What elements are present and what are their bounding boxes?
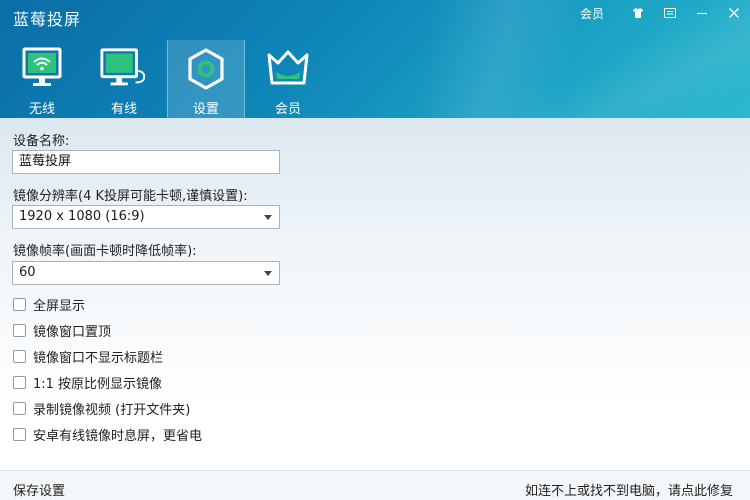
fullscreen-checkbox[interactable]: 全屏显示 [13,296,86,314]
checkbox-label: 1:1 按原比例显示镜像 [33,376,163,392]
tab-wired[interactable]: 有线 [85,40,163,118]
skin-button[interactable] [622,0,654,26]
member-link[interactable]: 会员 [580,5,604,22]
record-video-checkbox[interactable]: 录制镜像视频 (打开文件夹) [13,400,191,418]
repair-link[interactable]: 如连不上或找不到电脑，请点此修复 [525,480,733,499]
checkbox-box[interactable] [13,297,26,311]
settings-hex-icon [188,48,224,90]
cable-monitor-icon [100,48,146,86]
device-name-input[interactable]: 蓝莓投屏 [12,150,280,174]
settings-panel: 设备名称: 蓝莓投屏 镜像分辨率(4 K投屏可能卡顿,谨慎设置): 1920 x… [0,118,750,500]
tab-settings[interactable]: 设置 [167,40,245,118]
tab-member-label: 会员 [274,102,301,117]
resolution-value: 1920 x 1080 (16:9) [19,209,145,224]
original-ratio-checkbox[interactable]: 1:1 按原比例显示镜像 [13,374,163,392]
close-button[interactable] [718,0,750,26]
checkbox-label: 安卓有线镜像时息屏，更省电 [33,428,203,444]
resolution-label: 镜像分辨率(4 K投屏可能卡顿,谨慎设置): [13,189,248,204]
chevron-down-icon [264,271,272,276]
close-icon [729,8,739,18]
screen-off-checkbox[interactable]: 安卓有线镜像时息屏，更省电 [13,426,203,444]
device-name-label: 设备名称: [13,134,70,149]
shirt-icon [633,8,643,18]
minimize-button[interactable] [686,0,718,26]
menu-icon [664,8,676,18]
resolution-select[interactable]: 1920 x 1080 (16:9) [12,205,280,229]
tab-wireless[interactable]: 无线 [3,40,81,118]
tab-member[interactable]: 会员 [249,40,327,118]
window-controls: 会员 [580,0,750,26]
framerate-select[interactable]: 60 [12,261,280,285]
crown-icon [267,50,309,85]
checkbox-label: 镜像窗口不显示标题栏 [33,350,164,366]
main-tabs: 无线 有线 设置 会员 [3,40,331,118]
always-on-top-checkbox[interactable]: 镜像窗口置顶 [13,322,112,340]
checkbox-box[interactable] [13,375,26,389]
checkbox-label: 全屏显示 [33,298,86,314]
checkbox-box[interactable] [13,349,26,363]
chevron-down-icon [264,215,272,220]
menu-button[interactable] [654,0,686,26]
minimize-icon [697,12,707,15]
checkbox-label: 镜像窗口置顶 [33,324,112,340]
checkbox-box[interactable] [13,401,26,415]
checkbox-box[interactable] [13,427,26,441]
header: 蓝莓投屏 会员 无线 有线 设置 会员 [0,0,750,118]
app-title: 蓝莓投屏 [13,10,82,29]
tab-settings-label: 设置 [192,102,219,117]
hide-titlebar-checkbox[interactable]: 镜像窗口不显示标题栏 [13,348,164,366]
checkbox-box[interactable] [13,323,26,337]
footer-bar: 保存设置 如连不上或找不到电脑，请点此修复 [0,470,750,500]
app-window: 蓝莓投屏 会员 无线 有线 设置 会员 设备名称: 蓝莓投屏 镜像分辨率(4 K… [0,0,750,500]
framerate-label: 镜像帧率(画面卡顿时降低帧率): [13,244,197,259]
checkbox-label: 录制镜像视频 (打开文件夹) [33,402,191,418]
framerate-value: 60 [19,265,36,280]
tab-wireless-label: 无线 [28,102,55,117]
save-settings-link[interactable]: 保存设置 [13,480,65,499]
tab-wired-label: 有线 [110,102,137,117]
wifi-monitor-icon [22,47,62,86]
